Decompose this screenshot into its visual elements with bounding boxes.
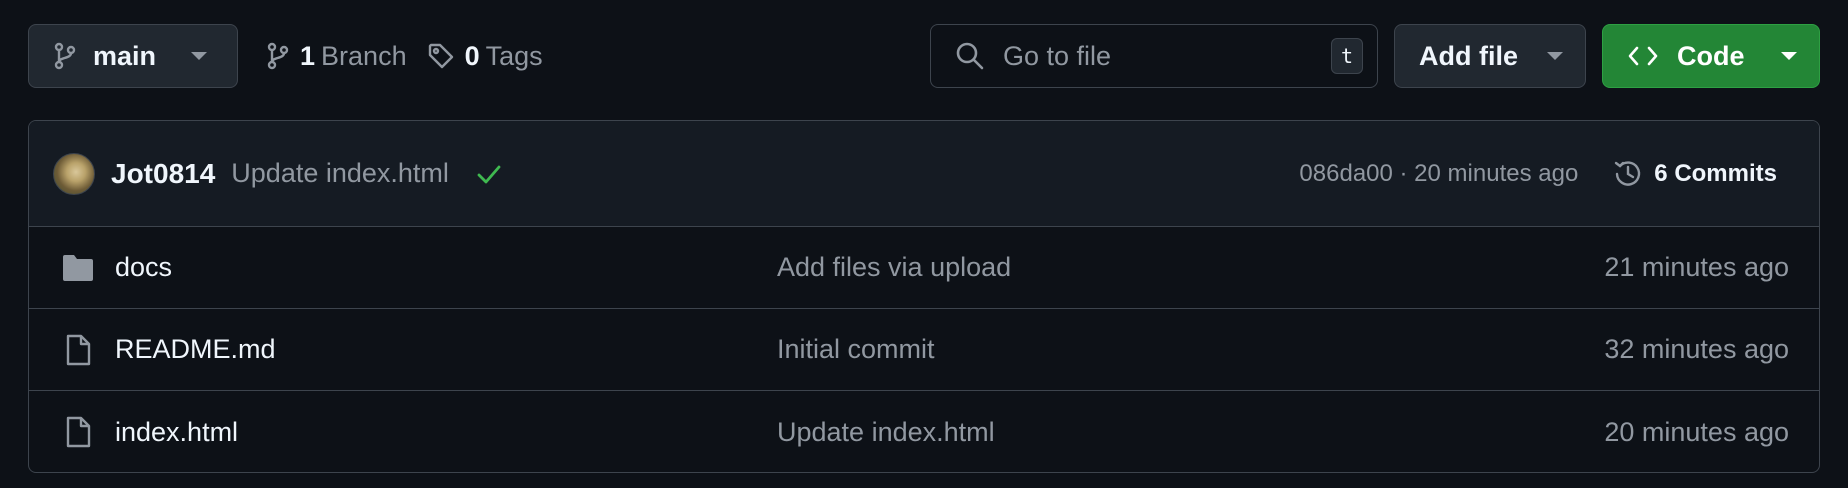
table-row[interactable]: docs Add files via upload 21 minutes ago [29, 227, 1819, 309]
table-row[interactable]: README.md Initial commit 32 minutes ago [29, 309, 1819, 391]
commits-count: 6 Commits [1654, 159, 1777, 187]
file-name-link[interactable]: docs [115, 252, 635, 283]
file-browser: Jot0814 Update index.html 086da00 · 20 m… [28, 120, 1820, 473]
file-commit-time: 32 minutes ago [1604, 334, 1789, 364]
commit-message-link[interactable]: Update index.html [231, 158, 449, 189]
branch-name: main [93, 40, 157, 71]
file-name-link[interactable]: README.md [115, 334, 635, 365]
chevron-down-icon [1547, 52, 1563, 60]
git-branch-icon [266, 42, 290, 70]
add-file-label: Add file [1419, 40, 1518, 71]
git-branch-icon [53, 42, 77, 70]
file-commit-time: 20 minutes ago [1604, 416, 1789, 447]
file-icon [61, 333, 95, 367]
tag-label: Tags [485, 40, 543, 71]
file-commit-message[interactable]: Update index.html [777, 417, 995, 448]
tag-icon [427, 42, 455, 70]
code-button[interactable]: Code [1602, 24, 1820, 88]
search-placeholder: Go to file [1003, 40, 1112, 71]
keyboard-shortcut-badge: t [1331, 38, 1363, 74]
file-name-link[interactable]: index.html [115, 417, 635, 448]
commits-history-link[interactable]: 6 Commits [1612, 158, 1777, 190]
code-icon [1627, 44, 1659, 68]
check-icon[interactable] [475, 162, 503, 186]
branch-label: Branch [321, 40, 407, 71]
tag-count: 0 [464, 40, 480, 71]
file-commit-message[interactable]: Initial commit [777, 334, 935, 365]
file-commit-message[interactable]: Add files via upload [777, 252, 1011, 283]
file-icon [61, 415, 95, 449]
tags-link[interactable]: 0 Tags [427, 41, 543, 72]
commit-sha-time[interactable]: 086da00 · 20 minutes ago [1299, 160, 1578, 188]
branch-count: 1 [300, 40, 316, 71]
table-row[interactable]: index.html Update index.html 20 minutes … [29, 391, 1819, 472]
folder-icon [61, 253, 95, 283]
code-label: Code [1677, 40, 1745, 71]
add-file-button[interactable]: Add file [1394, 24, 1586, 88]
latest-commit-bar: Jot0814 Update index.html 086da00 · 20 m… [29, 121, 1819, 227]
branches-link[interactable]: 1 Branch [266, 41, 407, 72]
commit-author-link[interactable]: Jot0814 [111, 158, 215, 190]
search-icon [955, 41, 985, 71]
branch-selector-button[interactable]: main [28, 24, 238, 88]
go-to-file-input[interactable]: Go to file t [930, 24, 1378, 88]
chevron-down-icon [1781, 52, 1797, 60]
chevron-down-icon [191, 52, 207, 60]
history-icon [1612, 158, 1644, 190]
file-commit-time: 21 minutes ago [1604, 252, 1789, 282]
file-list: docs Add files via upload 21 minutes ago… [29, 227, 1819, 472]
repo-toolbar: main 1 Branch 0 Tags Go to file t Add fi… [28, 24, 1820, 88]
avatar[interactable] [53, 152, 95, 195]
